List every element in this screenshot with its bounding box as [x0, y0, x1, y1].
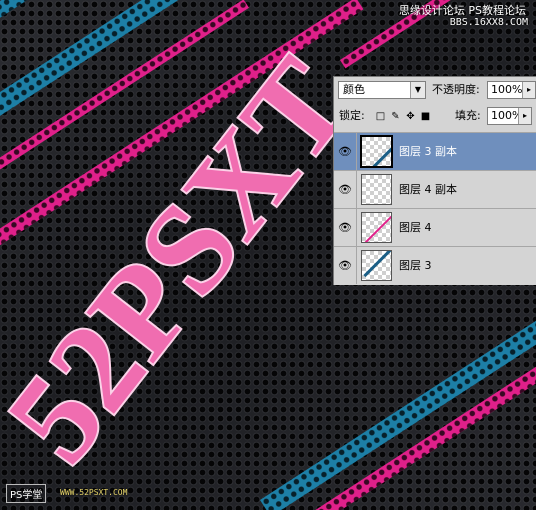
opacity-field[interactable]: 100% ▸ [487, 81, 536, 99]
layer-row[interactable]: 👁 图层 3 副本 [334, 132, 536, 170]
watermark-bottom-logo: PS学堂 [6, 484, 47, 503]
svg-text:52PSXT: 52PSXT [0, 32, 380, 488]
chevron-right-icon: ▸ [518, 108, 531, 124]
opacity-value: 100% [491, 83, 523, 96]
chevron-down-icon: ▼ [410, 82, 425, 98]
lock-label: 锁定: [339, 109, 365, 122]
eye-icon[interactable]: 👁 [334, 171, 357, 208]
lock-all-icon[interactable]: ■ [420, 111, 431, 122]
lock-transparent-pixels-icon[interactable]: □ [375, 111, 386, 122]
watermark-top: 思缘设计论坛 PS教程论坛 [399, 2, 526, 18]
watermark-top-text-b: PS教程论坛 [468, 4, 526, 17]
layer-name[interactable]: 图层 3 副本 [399, 133, 457, 170]
eye-icon[interactable]: 👁 [334, 209, 357, 246]
blend-mode-select[interactable]: 颜色 ▼ [338, 81, 426, 99]
pink-line-icon [363, 213, 391, 242]
watermark-bottom-site: WWW.52PSXT.COM [60, 488, 128, 497]
layer-name[interactable]: 图层 4 [399, 209, 432, 246]
layer-thumbnail [361, 250, 392, 281]
lock-position-icon[interactable]: ✥ [405, 111, 416, 122]
layer-row[interactable]: 👁 图层 4 副本 [334, 170, 536, 208]
layer-thumbnail [360, 135, 393, 168]
opacity-label: 不透明度: [432, 83, 480, 96]
layer-thumbnail [361, 212, 392, 243]
fill-field[interactable]: 100% ▸ [487, 107, 532, 125]
layer-name[interactable]: 图层 4 副本 [399, 171, 457, 208]
blend-row: 颜色 ▼ 不透明度: 100% ▸ [338, 81, 536, 101]
chevron-down-icon: ▸ [522, 82, 535, 98]
watermark-url: BBS.16XX8.COM [449, 17, 528, 28]
eye-icon[interactable]: 👁 [334, 247, 357, 284]
blend-mode-value: 颜色 [343, 83, 365, 96]
eye-icon[interactable]: 👁 [334, 133, 357, 170]
fill-label: 填充: [455, 109, 481, 122]
blue-line-icon [363, 143, 391, 166]
lock-image-pixels-icon[interactable]: ✎ [390, 111, 401, 122]
layer-row[interactable]: 👁 图层 4 [334, 208, 536, 246]
watermark-bottom-logo-text: PS学堂 [10, 490, 43, 501]
layer-name[interactable]: 图层 3 [399, 247, 432, 284]
watermark-top-text-a: 思缘设计论坛 [398, 4, 465, 17]
layers-panel: 颜色 ▼ 不透明度: 100% ▸ 锁定: □ ✎ ✥ ■ 填充: 100% ▸… [333, 76, 536, 285]
layer-thumbnail [361, 174, 392, 205]
layers-list: 👁 图层 3 副本 👁 图层 4 副本 👁 图层 4 👁 图层 3 [334, 132, 536, 284]
blue-line-icon [363, 251, 391, 278]
layer-row[interactable]: 👁 图层 3 [334, 246, 536, 284]
